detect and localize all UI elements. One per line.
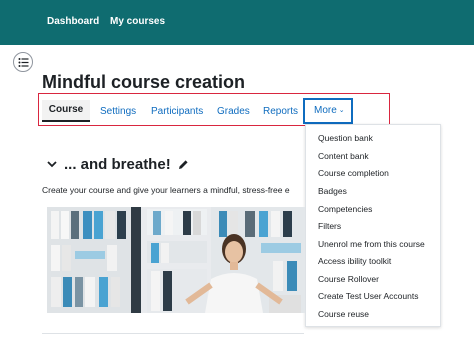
- menu-item-accessibility-toolkit[interactable]: Access ibility toolkit: [318, 256, 391, 266]
- menu-item-badges[interactable]: Badges: [318, 186, 347, 196]
- tab-grades[interactable]: Grades: [217, 106, 250, 117]
- menu-item-course-rollover[interactable]: Course Rollover: [318, 274, 379, 284]
- pencil-icon[interactable]: [178, 159, 189, 170]
- section-image: [47, 207, 305, 313]
- nav-dashboard-link[interactable]: Dashboard: [47, 16, 99, 27]
- section-title: ... and breathe!: [64, 156, 171, 173]
- menu-item-create-test-users[interactable]: Create Test User Accounts: [318, 291, 418, 301]
- menu-item-unenrol[interactable]: Unenrol me from this course: [318, 239, 425, 249]
- tab-settings[interactable]: Settings: [100, 106, 136, 117]
- chevron-down-icon: ⌄: [338, 107, 345, 114]
- tab-more-button[interactable]: More ⌄: [303, 98, 353, 124]
- menu-item-competencies[interactable]: Competencies: [318, 204, 372, 214]
- page-title: Mindful course creation: [42, 72, 246, 92]
- chevron-down-icon[interactable]: [47, 160, 57, 168]
- tab-participants[interactable]: Participants: [151, 106, 203, 117]
- menu-item-filters[interactable]: Filters: [318, 221, 341, 231]
- more-dropdown-menu: Question bank Content bank Course comple…: [305, 124, 441, 327]
- tab-course[interactable]: Course: [42, 100, 90, 122]
- list-icon: [18, 58, 29, 67]
- menu-item-course-completion[interactable]: Course completion: [318, 168, 389, 178]
- menu-item-content-bank[interactable]: Content bank: [318, 151, 369, 161]
- tab-reports[interactable]: Reports: [263, 106, 298, 117]
- menu-item-course-reuse[interactable]: Course reuse: [318, 309, 369, 319]
- nav-mycourses-link[interactable]: My courses: [110, 16, 165, 27]
- course-index-toggle-button[interactable]: [13, 52, 33, 72]
- more-label: More: [314, 105, 337, 116]
- top-navbar: Dashboard My courses: [0, 0, 474, 45]
- divider: [42, 333, 304, 334]
- section-summary: Create your course and give your learner…: [42, 185, 290, 195]
- menu-item-question-bank[interactable]: Question bank: [318, 133, 373, 143]
